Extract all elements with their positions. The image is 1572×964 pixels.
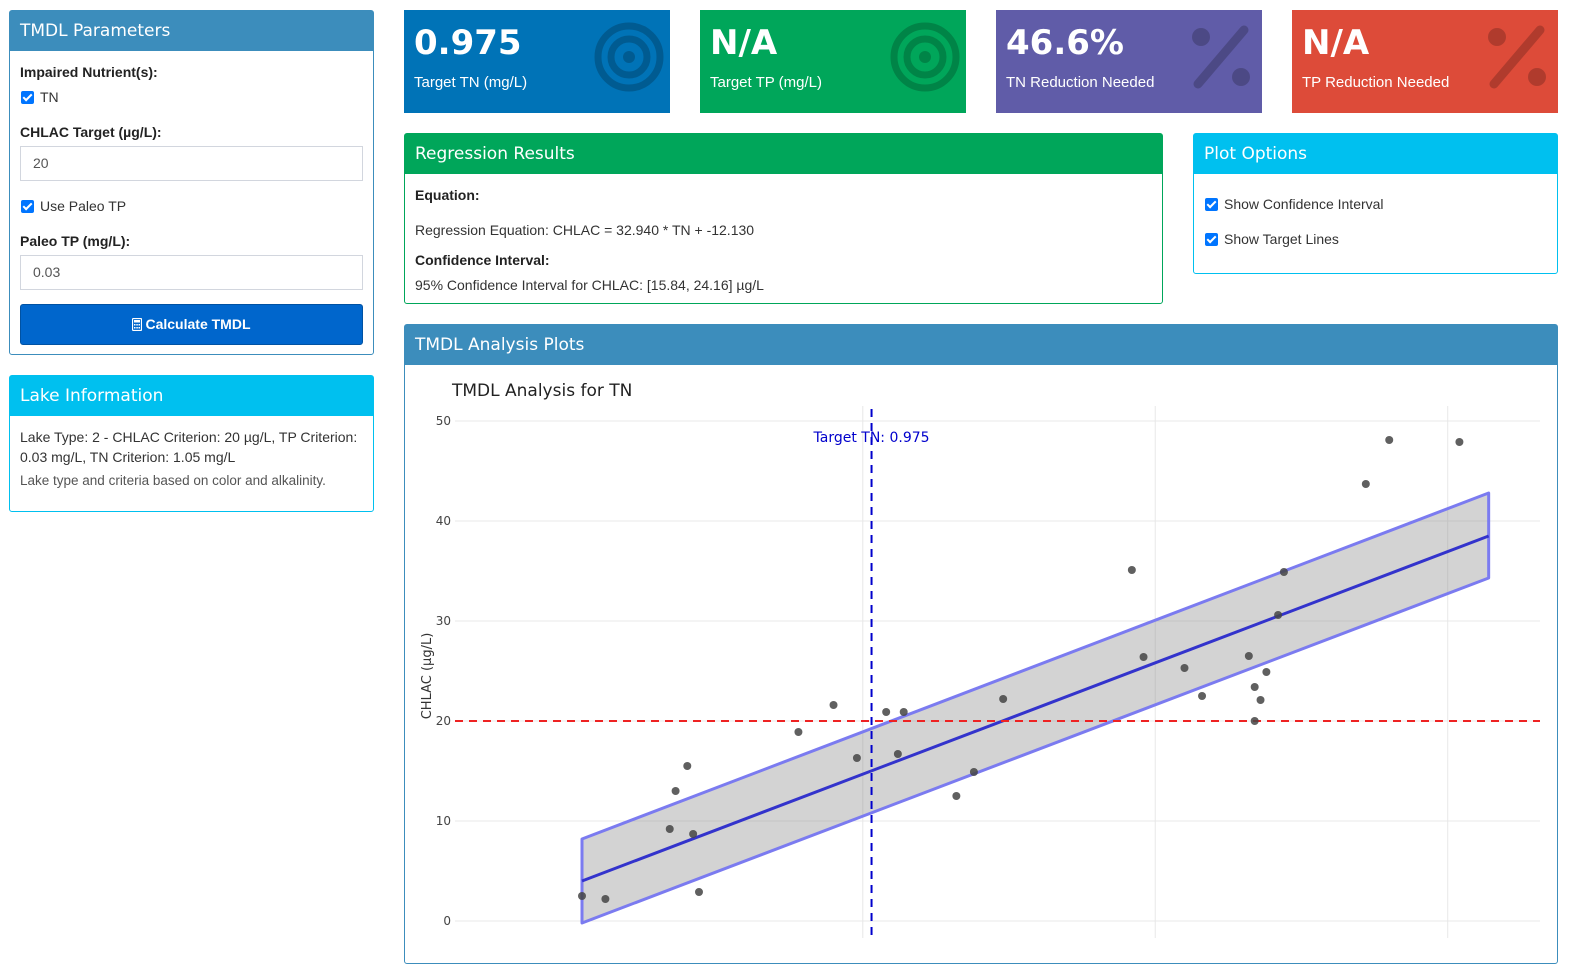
data-point bbox=[1279, 568, 1288, 576]
paleo-tp-input[interactable]: 0.03 bbox=[20, 255, 363, 290]
lake-info-text: Lake Type: 2 - CHLAC Criterion: 20 µg/L,… bbox=[20, 429, 358, 465]
tn-reduction-value: 46.6% bbox=[1006, 23, 1124, 63]
data-point bbox=[1385, 436, 1394, 444]
use-paleo-tp-label: Use Paleo TP bbox=[40, 198, 127, 214]
data-point bbox=[683, 762, 692, 770]
tn-reduction-label: TN Reduction Needed bbox=[1006, 74, 1155, 91]
data-point bbox=[1180, 664, 1189, 672]
impaired-nutrients-label: Impaired Nutrient(s): bbox=[20, 64, 158, 80]
data-point bbox=[1274, 611, 1283, 619]
target-tp-value: N/A bbox=[710, 23, 778, 63]
calculate-tmdl-button[interactable]: Calculate TMDL bbox=[20, 304, 363, 345]
target-tp-label: Target TP (mg/L) bbox=[710, 74, 822, 91]
data-point bbox=[1361, 480, 1370, 488]
tmdl-chart[interactable]: TMDL Analysis for TN CHLAC (µg/L) 0 10 20 3… bbox=[405, 366, 1557, 938]
target-line-label: Target TN: 0.975 bbox=[813, 430, 930, 446]
y-tick-label: 10 bbox=[436, 814, 451, 828]
show-confidence-interval-label: Show Confidence Interval bbox=[1224, 196, 1384, 212]
lake-information-header: Lake Information bbox=[10, 376, 373, 416]
data-point bbox=[1250, 683, 1259, 691]
target-tp-value-box: N/A Target TP (mg/L) bbox=[700, 10, 966, 113]
calculator-icon bbox=[132, 307, 143, 346]
tp-reduction-value: N/A bbox=[1302, 23, 1370, 63]
chart-title: TMDL Analysis for TN bbox=[451, 381, 632, 401]
plot-options-header: Plot Options bbox=[1194, 134, 1557, 174]
chlac-target-input[interactable]: 20 bbox=[20, 146, 363, 181]
percent-icon bbox=[1482, 22, 1552, 97]
y-tick-label: 30 bbox=[436, 614, 451, 628]
target-tn-value: 0.975 bbox=[414, 23, 522, 63]
tmdl-parameters-header: TMDL Parameters bbox=[10, 11, 373, 51]
tn-checkbox-label: TN bbox=[40, 89, 59, 105]
show-target-lines-label: Show Target Lines bbox=[1224, 231, 1339, 247]
y-tick-label: 40 bbox=[436, 514, 451, 528]
data-point bbox=[601, 895, 610, 903]
lake-info-note: Lake type and criteria based on color an… bbox=[20, 473, 326, 488]
data-point bbox=[1262, 668, 1271, 676]
tn-reduction-value-box: 46.6% TN Reduction Needed bbox=[996, 10, 1262, 113]
data-point bbox=[882, 708, 891, 716]
target-tn-value-box: 0.975 Target TN (mg/L) bbox=[404, 10, 670, 113]
bullseye-icon bbox=[890, 22, 960, 97]
target-tn-label: Target TN (mg/L) bbox=[414, 74, 528, 91]
data-point bbox=[1244, 652, 1253, 660]
y-tick-label: 0 bbox=[443, 914, 451, 928]
data-point bbox=[1198, 692, 1207, 700]
plot-options-box: Plot Options Show Confidence Interval Sh… bbox=[1193, 133, 1558, 274]
tmdl-parameters-box: TMDL Parameters Impaired Nutrient(s): TN… bbox=[9, 10, 374, 355]
equation-text: Regression Equation: CHLAC = 32.940 * TN… bbox=[415, 222, 755, 238]
data-point bbox=[671, 787, 680, 795]
data-point bbox=[1139, 653, 1148, 661]
data-point bbox=[893, 750, 902, 758]
tp-reduction-label: TP Reduction Needed bbox=[1302, 74, 1450, 91]
paleo-tp-label: Paleo TP (mg/L): bbox=[20, 233, 131, 249]
chlac-target-label: CHLAC Target (µg/L): bbox=[20, 124, 162, 140]
tp-reduction-value-box: N/A TP Reduction Needed bbox=[1292, 10, 1558, 113]
data-point bbox=[1455, 438, 1464, 446]
data-point bbox=[794, 728, 803, 736]
data-point bbox=[1127, 566, 1136, 574]
y-tick-label: 50 bbox=[436, 414, 451, 428]
data-point bbox=[829, 701, 838, 709]
percent-icon bbox=[1186, 22, 1256, 97]
data-point bbox=[852, 754, 861, 762]
data-point bbox=[665, 825, 674, 833]
calculate-tmdl-label: Calculate TMDL bbox=[145, 316, 251, 332]
y-tick-label: 20 bbox=[436, 714, 451, 728]
data-point bbox=[689, 830, 698, 838]
data-point bbox=[1256, 696, 1265, 704]
data-point bbox=[694, 888, 703, 896]
regression-line bbox=[581, 534, 1490, 883]
confidence-interval-text: 95% Confidence Interval for CHLAC: [15.8… bbox=[415, 277, 764, 293]
use-paleo-tp-checkbox[interactable] bbox=[21, 200, 34, 213]
data-point bbox=[999, 695, 1008, 703]
regression-results-box: Regression Results Equation: Regression … bbox=[404, 133, 1163, 304]
tmdl-analysis-plots-header: TMDL Analysis Plots bbox=[405, 325, 1557, 365]
tn-checkbox[interactable] bbox=[21, 91, 34, 104]
data-point bbox=[1250, 717, 1259, 725]
bullseye-icon bbox=[594, 22, 664, 97]
data-point bbox=[969, 768, 978, 776]
tmdl-analysis-plots-box: TMDL Analysis Plots TMDL Analysis for TN… bbox=[404, 324, 1558, 964]
confidence-interval-label: Confidence Interval: bbox=[415, 252, 550, 268]
y-axis-label: CHLAC (µg/L) bbox=[420, 633, 435, 720]
show-confidence-interval-checkbox[interactable] bbox=[1205, 198, 1218, 211]
lake-information-box: Lake Information Lake Type: 2 - CHLAC Cr… bbox=[9, 375, 374, 512]
equation-label: Equation: bbox=[415, 187, 480, 203]
data-point bbox=[578, 892, 586, 900]
show-target-lines-checkbox[interactable] bbox=[1205, 233, 1218, 246]
data-point bbox=[899, 708, 908, 716]
regression-results-header: Regression Results bbox=[405, 134, 1162, 174]
data-point bbox=[952, 792, 961, 800]
